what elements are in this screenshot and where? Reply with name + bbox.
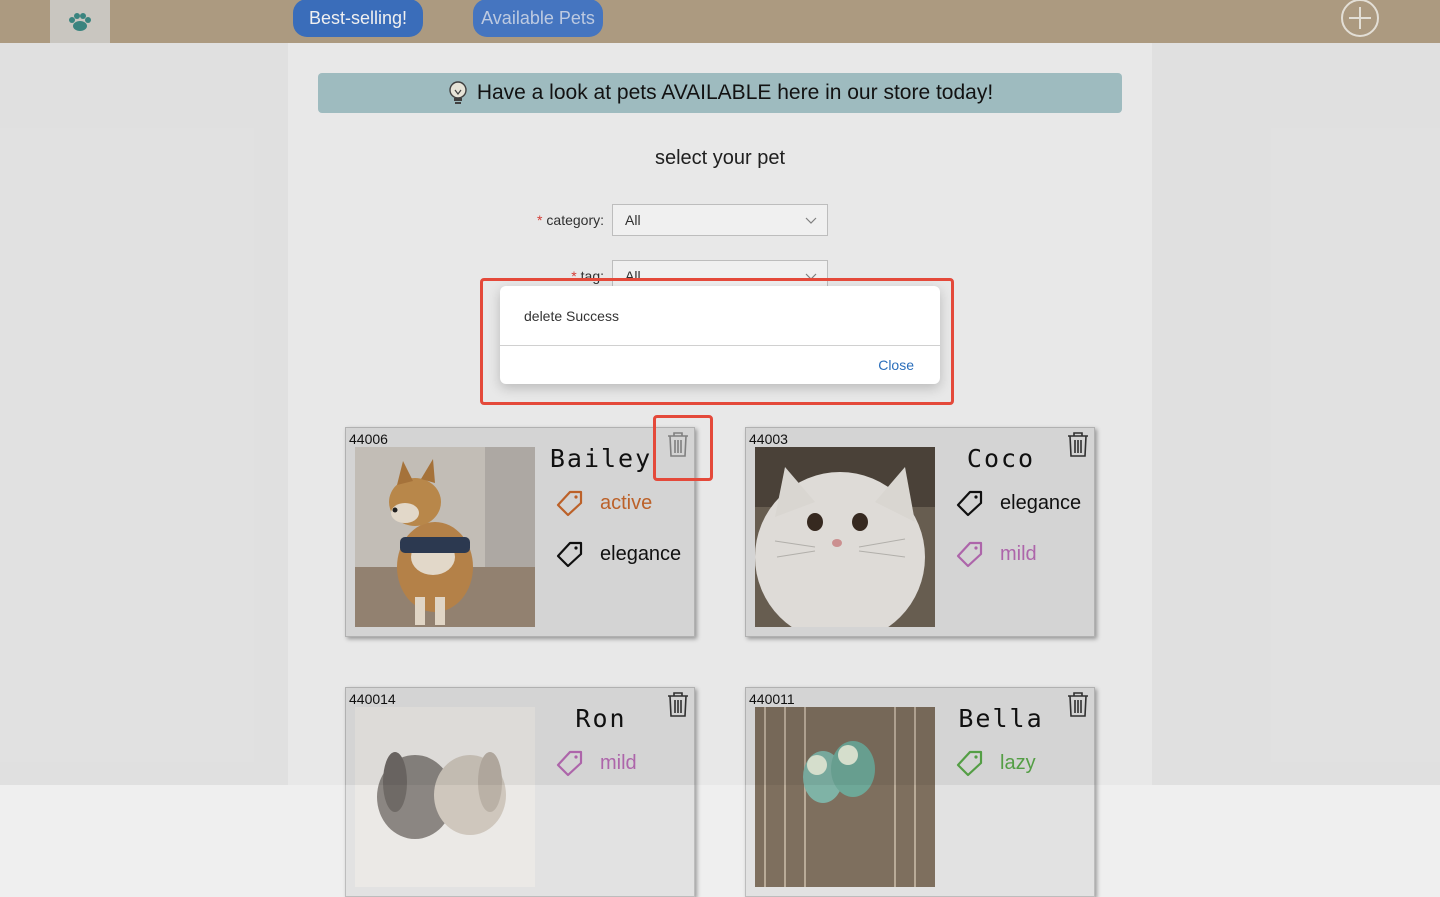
dialog-highlight	[480, 278, 954, 405]
trash-highlight	[653, 415, 713, 481]
